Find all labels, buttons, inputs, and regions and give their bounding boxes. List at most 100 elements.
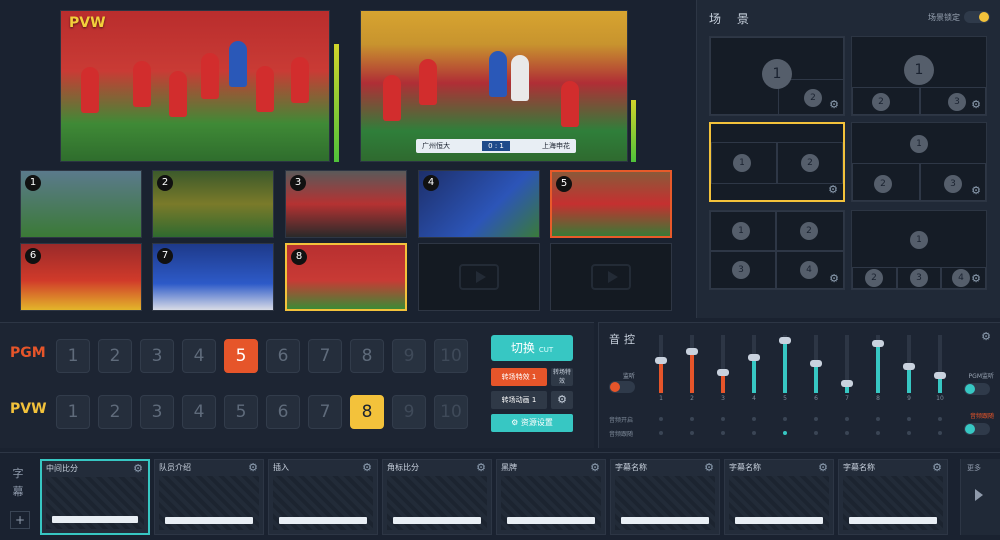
audio-follow-indicator[interactable] — [876, 431, 880, 435]
fader-channel-9[interactable] — [903, 335, 915, 393]
caption-card[interactable]: 中间比分 ⚙ — [40, 459, 150, 535]
caption-card[interactable]: 队员介绍 ⚙ — [154, 459, 264, 535]
fader-channel-6[interactable] — [810, 335, 822, 393]
resource-settings-button[interactable]: ⚙ 资源设置 — [491, 414, 573, 432]
source-thumb-6[interactable]: 6 — [20, 243, 142, 311]
fader-channel-7[interactable] — [841, 335, 853, 393]
pvw-button-6[interactable]: 6 — [266, 395, 300, 429]
fader-handle[interactable] — [872, 339, 884, 347]
fader-channel-1[interactable] — [655, 335, 667, 393]
gear-icon[interactable]: ⚙ — [247, 462, 259, 474]
caption-card[interactable]: 字幕名称 ⚙ — [838, 459, 948, 535]
fader-channel-4[interactable] — [748, 335, 760, 393]
caption-card[interactable]: 插入 ⚙ — [268, 459, 378, 535]
monitor-toggle[interactable] — [609, 381, 635, 393]
pgm-button-9[interactable]: 9 — [392, 339, 426, 373]
audio-on-indicator[interactable] — [752, 417, 756, 421]
add-caption-button[interactable]: + — [10, 511, 30, 529]
pgm-button-10[interactable]: 10 — [434, 339, 468, 373]
source-thumb-5[interactable]: 5 — [550, 170, 672, 238]
caption-card[interactable]: 字幕名称 ⚙ — [610, 459, 720, 535]
fader-handle[interactable] — [748, 354, 760, 362]
fader-channel-3[interactable] — [717, 335, 729, 393]
source-thumb-8[interactable]: 8 — [285, 243, 407, 311]
gear-icon[interactable]: ⚙ — [589, 462, 601, 474]
caption-card[interactable]: 字幕名称 ⚙ — [724, 459, 834, 535]
transition-effect-toggle[interactable]: 转场特效 — [551, 368, 573, 386]
pvw-button-5[interactable]: 5 — [224, 395, 258, 429]
audio-on-indicator[interactable] — [690, 417, 694, 421]
audio-on-indicator[interactable] — [721, 417, 725, 421]
pvw-button-8[interactable]: 8 — [350, 395, 384, 429]
gear-icon[interactable]: ⚙ — [980, 331, 992, 343]
fader-handle[interactable] — [655, 357, 667, 365]
gear-icon[interactable]: ⚙ — [703, 462, 715, 474]
scene-layout-4[interactable]: 1 2 3 ⚙ — [851, 122, 987, 202]
caption-card[interactable]: 角标比分 ⚙ — [382, 459, 492, 535]
gear-icon[interactable]: ⚙ — [475, 462, 487, 474]
audio-follow-indicator[interactable] — [938, 431, 942, 435]
pgm-button-3[interactable]: 3 — [140, 339, 174, 373]
caption-card[interactable]: 黑牌 ⚙ — [496, 459, 606, 535]
audio-on-indicator[interactable] — [814, 417, 818, 421]
gear-icon[interactable]: ⚙ — [817, 462, 829, 474]
gear-icon[interactable]: ⚙ — [970, 99, 982, 111]
audio-follow-indicator[interactable] — [845, 431, 849, 435]
gear-icon[interactable]: ⚙ — [970, 273, 982, 285]
scene-layout-5[interactable]: 1 2 3 4 ⚙ — [709, 210, 845, 290]
audio-on-indicator[interactable] — [876, 417, 880, 421]
caption-scroll[interactable]: 更多 — [960, 459, 1000, 535]
audio-follow-indicator[interactable] — [659, 431, 663, 435]
pgm-monitor-toggle[interactable] — [964, 383, 990, 395]
fader-handle[interactable] — [686, 348, 698, 356]
scene-layout-1[interactable]: 1 2 ⚙ — [709, 36, 845, 116]
pgm-button-1[interactable]: 1 — [56, 339, 90, 373]
audio-on-indicator[interactable] — [659, 417, 663, 421]
audio-follow-indicator[interactable] — [907, 431, 911, 435]
gear-icon[interactable]: ⚙ — [132, 463, 144, 475]
scene-layout-2[interactable]: 1 2 3 ⚙ — [851, 36, 987, 116]
transition-effect-button[interactable]: 转场特效 1 — [491, 368, 547, 386]
fader-handle[interactable] — [934, 371, 946, 379]
fader-handle[interactable] — [841, 380, 853, 388]
audio-follow-indicator[interactable] — [690, 431, 694, 435]
pvw-button-2[interactable]: 2 — [98, 395, 132, 429]
fader-channel-10[interactable] — [934, 335, 946, 393]
audio-on-indicator[interactable] — [783, 417, 787, 421]
pvw-button-9[interactable]: 9 — [392, 395, 426, 429]
pgm-button-8[interactable]: 8 — [350, 339, 384, 373]
fader-handle[interactable] — [779, 336, 791, 344]
audio-follow-indicator[interactable] — [721, 431, 725, 435]
fader-handle[interactable] — [717, 368, 729, 376]
fader-handle[interactable] — [903, 362, 915, 370]
source-thumb-9[interactable] — [418, 243, 540, 311]
pvw-button-7[interactable]: 7 — [308, 395, 342, 429]
scene-layout-6[interactable]: 1 2 3 4 ⚙ — [851, 210, 987, 290]
audio-on-indicator[interactable] — [938, 417, 942, 421]
source-thumb-4[interactable]: 4 — [418, 170, 540, 238]
scene-lock-toggle[interactable] — [964, 11, 990, 23]
source-thumb-2[interactable]: 2 — [152, 170, 274, 238]
pvw-button-1[interactable]: 1 — [56, 395, 90, 429]
audio-follow-indicator[interactable] — [783, 431, 787, 435]
gear-icon[interactable]: ⚙ — [827, 184, 839, 196]
gear-icon[interactable]: ⚙ — [361, 462, 373, 474]
source-thumb-1[interactable]: 1 — [20, 170, 142, 238]
gear-icon[interactable]: ⚙ — [828, 99, 840, 111]
audio-follow-indicator[interactable] — [752, 431, 756, 435]
pgm-button-6[interactable]: 6 — [266, 339, 300, 373]
scene-layout-3[interactable]: 1 2 ⚙ — [709, 122, 845, 202]
pgm-button-4[interactable]: 4 — [182, 339, 216, 373]
fader-channel-2[interactable] — [686, 335, 698, 393]
fader-channel-5[interactable] — [779, 335, 791, 393]
pvw-button-3[interactable]: 3 — [140, 395, 174, 429]
gear-icon[interactable]: ⚙ — [828, 273, 840, 285]
source-thumb-10[interactable] — [550, 243, 672, 311]
pgm-button-7[interactable]: 7 — [308, 339, 342, 373]
pgm-button-2[interactable]: 2 — [98, 339, 132, 373]
audio-on-indicator[interactable] — [845, 417, 849, 421]
gear-icon[interactable]: ⚙ — [970, 185, 982, 197]
chevron-right-icon[interactable] — [975, 489, 983, 501]
fader-channel-8[interactable] — [872, 335, 884, 393]
gear-icon[interactable]: ⚙ — [551, 391, 573, 409]
